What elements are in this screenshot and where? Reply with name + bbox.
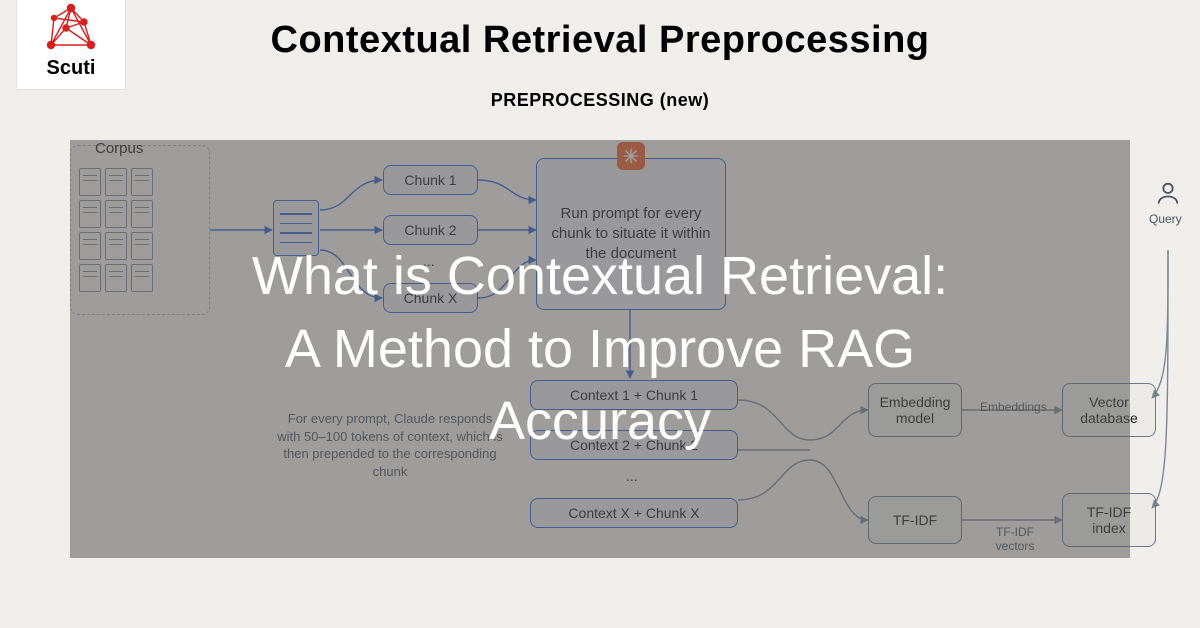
- query-label: Query: [1149, 212, 1182, 226]
- overlay-line-1: What is Contextual Retrieval:: [252, 240, 948, 313]
- page-title: Contextual Retrieval Preprocessing: [0, 19, 1200, 62]
- header: Scuti Contextual Retrieval Preprocessing: [0, 0, 1200, 80]
- overlay-line-3: Accuracy: [489, 385, 711, 458]
- section-title: PREPROCESSING (new): [0, 90, 1200, 111]
- title-overlay: What is Contextual Retrieval: A Method t…: [70, 140, 1130, 558]
- user-icon: [1153, 178, 1183, 208]
- overlay-line-2: A Method to Improve RAG: [285, 313, 915, 386]
